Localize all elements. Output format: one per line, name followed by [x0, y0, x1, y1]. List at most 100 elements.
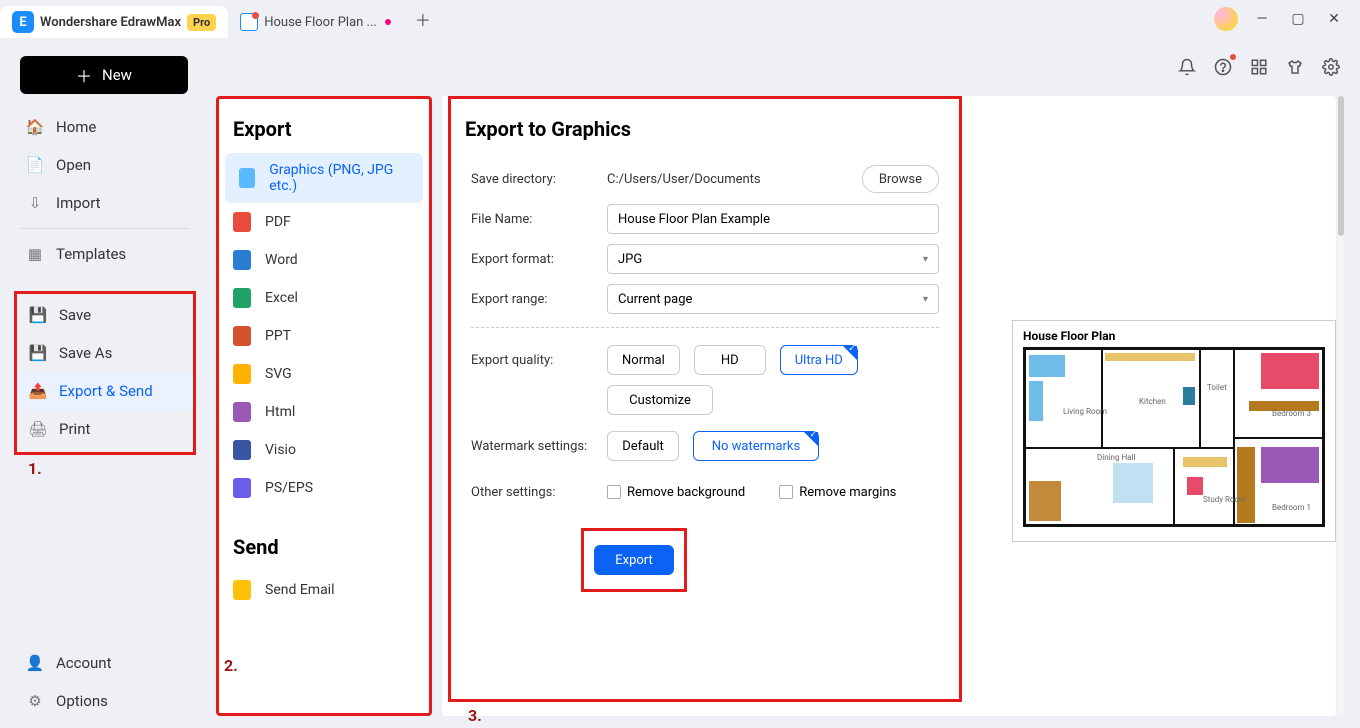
nav-export-send[interactable]: 📤Export & Send	[17, 372, 193, 410]
home-icon: 🏠	[26, 118, 44, 136]
caret-icon: ▾	[923, 294, 928, 305]
minimize-button[interactable]: —	[1250, 7, 1274, 31]
remove-bg-label: Remove background	[627, 485, 745, 500]
format-visio-label: Visio	[265, 442, 296, 458]
format-pseps-label: PS/EPS	[265, 480, 313, 496]
scrollbar[interactable]	[1338, 96, 1344, 716]
send-title: Send	[219, 531, 429, 571]
save-dir-value: C:/Users/User/Documents	[607, 172, 761, 187]
apps-icon[interactable]	[1248, 56, 1270, 78]
nav-home-label: Home	[56, 118, 96, 136]
titlebar: E Wondershare EdrawMax Pro House Floor P…	[0, 0, 1360, 38]
format-excel[interactable]: Excel	[219, 279, 429, 317]
new-button-label: New	[102, 66, 132, 84]
nav-options[interactable]: ⚙Options	[14, 682, 196, 720]
format-word[interactable]: Word	[219, 241, 429, 279]
file-name-input[interactable]	[607, 204, 939, 234]
visio-icon	[233, 440, 251, 460]
nav-account[interactable]: 👤Account	[14, 644, 196, 682]
print-icon: 🖨	[29, 420, 47, 438]
room-dining: Dining Hall	[1097, 453, 1135, 462]
quality-normal[interactable]: Normal	[607, 345, 680, 375]
nav-templates[interactable]: ▦Templates	[14, 235, 196, 273]
nav-open-label: Open	[56, 156, 91, 174]
save-icon: 💾	[29, 306, 47, 324]
annotation-3: 3.	[468, 706, 482, 725]
export-title: Export	[219, 113, 429, 153]
format-word-label: Word	[265, 252, 298, 268]
plus-icon: ＋	[76, 63, 92, 87]
floor-plan-preview: Living Room Kitchen Toilet Dining Hall S…	[1023, 347, 1325, 527]
export-button[interactable]: Export	[594, 545, 674, 575]
shirt-icon[interactable]	[1284, 56, 1306, 78]
nav-print-label: Print	[59, 420, 90, 438]
help-icon[interactable]	[1212, 56, 1234, 78]
format-graphics-label: Graphics (PNG, JPG etc.)	[269, 162, 409, 194]
nav-save-label: Save	[59, 306, 91, 324]
customize-button[interactable]: Customize	[607, 385, 713, 415]
format-graphics[interactable]: Graphics (PNG, JPG etc.)	[225, 153, 423, 203]
quality-hd[interactable]: HD	[694, 345, 766, 375]
export-format-panel: Export Graphics (PNG, JPG etc.) PDF Word…	[216, 96, 432, 716]
import-icon: ⇩	[26, 194, 44, 212]
nav-import[interactable]: ⇩Import	[14, 184, 196, 222]
format-pdf[interactable]: PDF	[219, 203, 429, 241]
format-ppt-label: PPT	[265, 328, 291, 344]
quality-ultra-hd[interactable]: Ultra HD	[780, 345, 858, 375]
send-email[interactable]: Send Email	[219, 571, 429, 609]
range-label: Export range:	[471, 292, 597, 307]
toolbar-icons	[1176, 56, 1342, 78]
user-avatar[interactable]	[1214, 7, 1238, 31]
nav-save-as[interactable]: 💾Save As	[17, 334, 193, 372]
browse-button[interactable]: Browse	[862, 165, 939, 193]
watermark-none[interactable]: No watermarks	[693, 431, 819, 461]
remove-bg-check[interactable]: Remove background	[607, 485, 745, 500]
scrollbar-thumb[interactable]	[1338, 96, 1344, 236]
nav-open[interactable]: 📄Open	[14, 146, 196, 184]
new-tab-button[interactable]: ＋	[409, 5, 437, 33]
format-svg-label: SVG	[265, 366, 292, 382]
format-ppt[interactable]: PPT	[219, 317, 429, 355]
format-visio[interactable]: Visio	[219, 431, 429, 469]
room-bed3: Bedroom 3	[1272, 409, 1311, 418]
highlight-export-button: Export	[581, 528, 687, 592]
app-tab[interactable]: E Wondershare EdrawMax Pro	[0, 6, 228, 38]
preview-title: House Floor Plan	[1023, 329, 1325, 343]
document-icon	[240, 13, 258, 31]
templates-icon: ▦	[26, 245, 44, 263]
watermark-label: Watermark settings:	[471, 439, 597, 454]
format-pseps[interactable]: PS/EPS	[219, 469, 429, 507]
settings-icon[interactable]	[1320, 56, 1342, 78]
app-tab-label: Wondershare EdrawMax	[40, 15, 181, 30]
ps-icon	[233, 478, 251, 498]
close-button[interactable]: ✕	[1322, 7, 1346, 31]
nav-print[interactable]: 🖨 Print	[17, 410, 193, 448]
format-select[interactable]: JPG▾	[607, 244, 939, 274]
svg-icon	[233, 364, 251, 384]
remove-margins-label: Remove margins	[799, 485, 896, 500]
bell-icon[interactable]	[1176, 56, 1198, 78]
format-html[interactable]: Html	[219, 393, 429, 431]
watermark-default[interactable]: Default	[607, 431, 679, 461]
range-select[interactable]: Current page▾	[607, 284, 939, 314]
remove-margins-check[interactable]: Remove margins	[779, 485, 896, 500]
unsaved-dot-icon	[385, 19, 391, 25]
new-button[interactable]: ＋ New	[20, 56, 188, 94]
app-logo-icon: E	[12, 11, 34, 33]
document-tab[interactable]: House Floor Plan ...	[228, 6, 403, 38]
html-icon	[233, 402, 251, 422]
document-tab-label: House Floor Plan ...	[264, 15, 377, 30]
room-bed1: Bedroom 1	[1272, 503, 1311, 512]
save-as-icon: 💾	[29, 344, 47, 362]
format-svg[interactable]: SVG	[219, 355, 429, 393]
maximize-button[interactable]: ▢	[1286, 7, 1310, 31]
nav-home[interactable]: 🏠 Home	[14, 108, 196, 146]
form-title: Export to Graphics	[451, 99, 959, 159]
room-study: Study Room	[1203, 495, 1246, 504]
nav-options-label: Options	[56, 692, 108, 710]
word-icon	[233, 250, 251, 270]
nav-save[interactable]: 💾 Save	[17, 296, 193, 334]
format-label: Export format:	[471, 252, 597, 267]
save-dir-label: Save directory:	[471, 172, 597, 187]
sidebar: ＋ New 🏠Home 📄Open ⇩Import ▦Templates 💾Sa…	[0, 38, 210, 728]
